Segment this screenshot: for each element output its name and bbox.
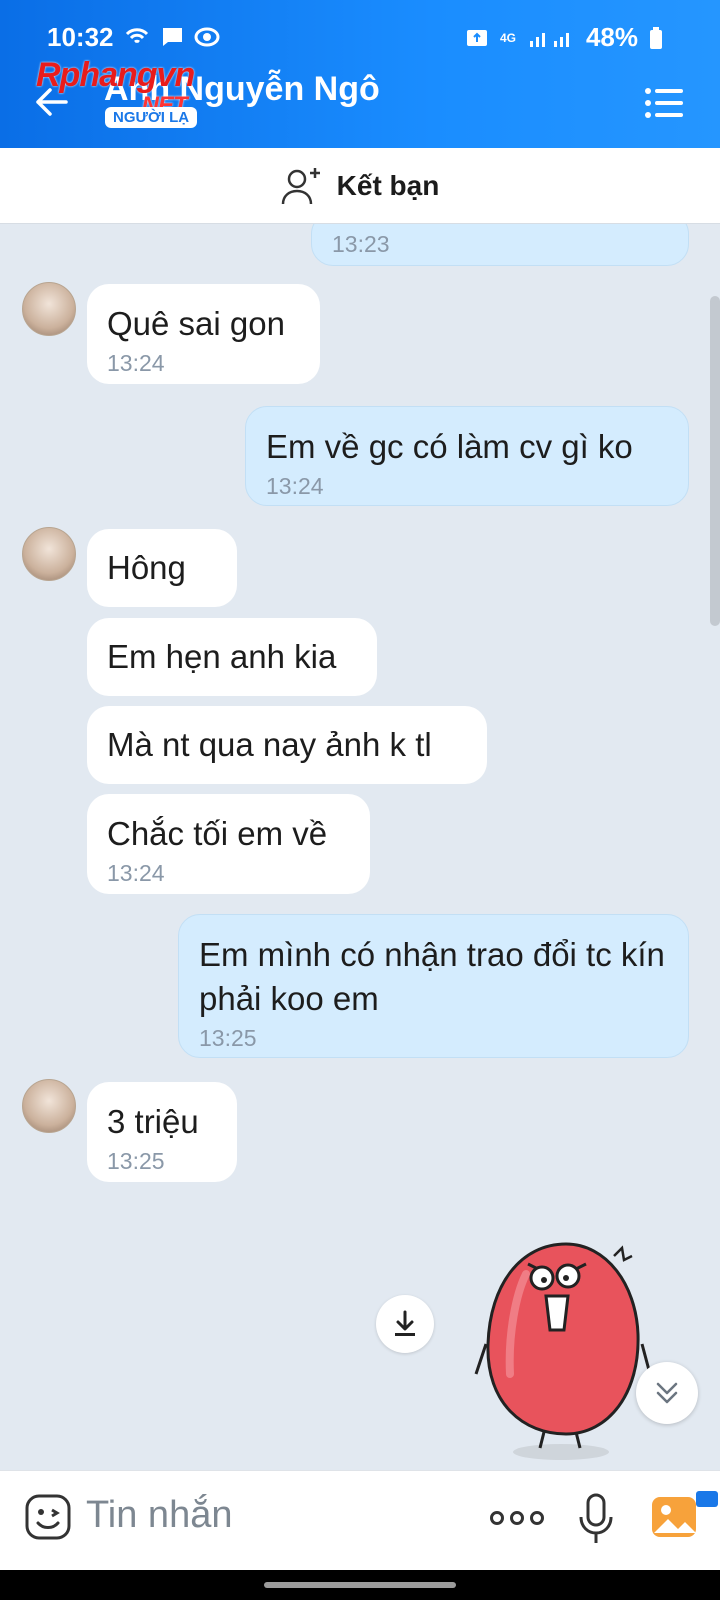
message-text: Quê sai gon — [107, 305, 285, 342]
message-time: 13:23 — [332, 231, 390, 257]
message-text: Hông — [107, 549, 186, 586]
home-indicator[interactable] — [264, 1582, 456, 1588]
message-text: Em hẹn anh kia — [107, 638, 337, 675]
microphone-icon[interactable] — [578, 1493, 614, 1545]
chat-area[interactable]: 13:23 Quê sai gon 13:24 Em về gc có làm … — [0, 224, 720, 1470]
add-user-icon — [281, 167, 320, 204]
message-text: 3 triệu — [107, 1103, 199, 1140]
message-text: Mà nt qua nay ảnh k tl — [107, 726, 432, 763]
message-icon — [162, 28, 182, 46]
message-bubble-incoming[interactable]: Chắc tối em về 13:24 — [87, 794, 370, 894]
message-time: 13:24 — [107, 350, 165, 376]
stranger-badge: NGƯỜI LẠ — [105, 107, 198, 128]
image-badge — [696, 1491, 718, 1507]
message-text: Chắc tối em về — [107, 815, 328, 852]
message-text: Em mình có nhận trao đổi tc kín phải koo… — [199, 936, 665, 1017]
message-bubble-incoming[interactable]: Hông — [87, 529, 237, 607]
message-bubble-outgoing[interactable]: Em về gc có làm cv gì ko 13:24 — [245, 406, 689, 506]
watermark-logo: Rphangvn .NET — [36, 56, 195, 119]
avatar[interactable] — [22, 282, 76, 336]
emoji-icon[interactable] — [24, 1493, 72, 1541]
wifi-calling-icon — [125, 28, 149, 44]
battery-level: 48% — [585, 22, 638, 52]
double-chevron-down-icon — [656, 1382, 678, 1404]
message-time: 13:24 — [266, 473, 324, 499]
status-bar: 10:32 4G 48% — [0, 0, 720, 60]
download-icon — [395, 1310, 415, 1336]
avatar[interactable] — [22, 1079, 76, 1133]
app-header: 10:32 4G 48% Anh Nguyễn Ngô Rphangvn .NET… — [0, 0, 720, 148]
sim-icon — [466, 29, 487, 46]
add-friend-button[interactable]: Kết bạn — [0, 148, 720, 224]
message-bubble-outgoing[interactable]: Em mình có nhận trao đổi tc kín phải koo… — [178, 914, 689, 1058]
scroll-to-bottom-button[interactable] — [636, 1362, 698, 1424]
message-bubble-outgoing[interactable]: 13:23 — [311, 224, 689, 266]
signal-icon — [529, 32, 569, 47]
battery-icon — [650, 26, 662, 49]
download-sticker-button[interactable] — [376, 1295, 434, 1353]
message-composer — [0, 1470, 720, 1570]
message-bubble-incoming[interactable]: Quê sai gon 13:24 — [87, 284, 320, 384]
message-time: 13:25 — [107, 1148, 165, 1174]
message-bubble-incoming[interactable]: 3 triệu 13:25 — [87, 1082, 237, 1182]
message-bubble-incoming[interactable]: Em hẹn anh kia — [87, 618, 377, 696]
avatar[interactable] — [22, 527, 76, 581]
message-time: 13:24 — [107, 860, 165, 886]
more-dots-icon[interactable] — [490, 1511, 544, 1525]
add-friend-label: Kết bạn — [336, 169, 440, 201]
menu-list-icon[interactable] — [644, 87, 684, 119]
chat-scrollbar[interactable] — [710, 296, 720, 626]
network-type: 4G — [499, 30, 516, 45]
system-navigation-bar — [0, 1570, 720, 1600]
message-text: Em về gc có làm cv gì ko — [266, 428, 633, 465]
message-input[interactable] — [86, 1485, 466, 1545]
image-icon[interactable] — [650, 1495, 698, 1539]
eye-icon — [194, 27, 220, 47]
status-time: 10:32 — [47, 22, 114, 52]
message-bubble-incoming[interactable]: Mà nt qua nay ảnh k tl — [87, 706, 487, 784]
angry-sticker[interactable] — [466, 1234, 666, 1464]
message-time: 13:25 — [199, 1025, 257, 1051]
